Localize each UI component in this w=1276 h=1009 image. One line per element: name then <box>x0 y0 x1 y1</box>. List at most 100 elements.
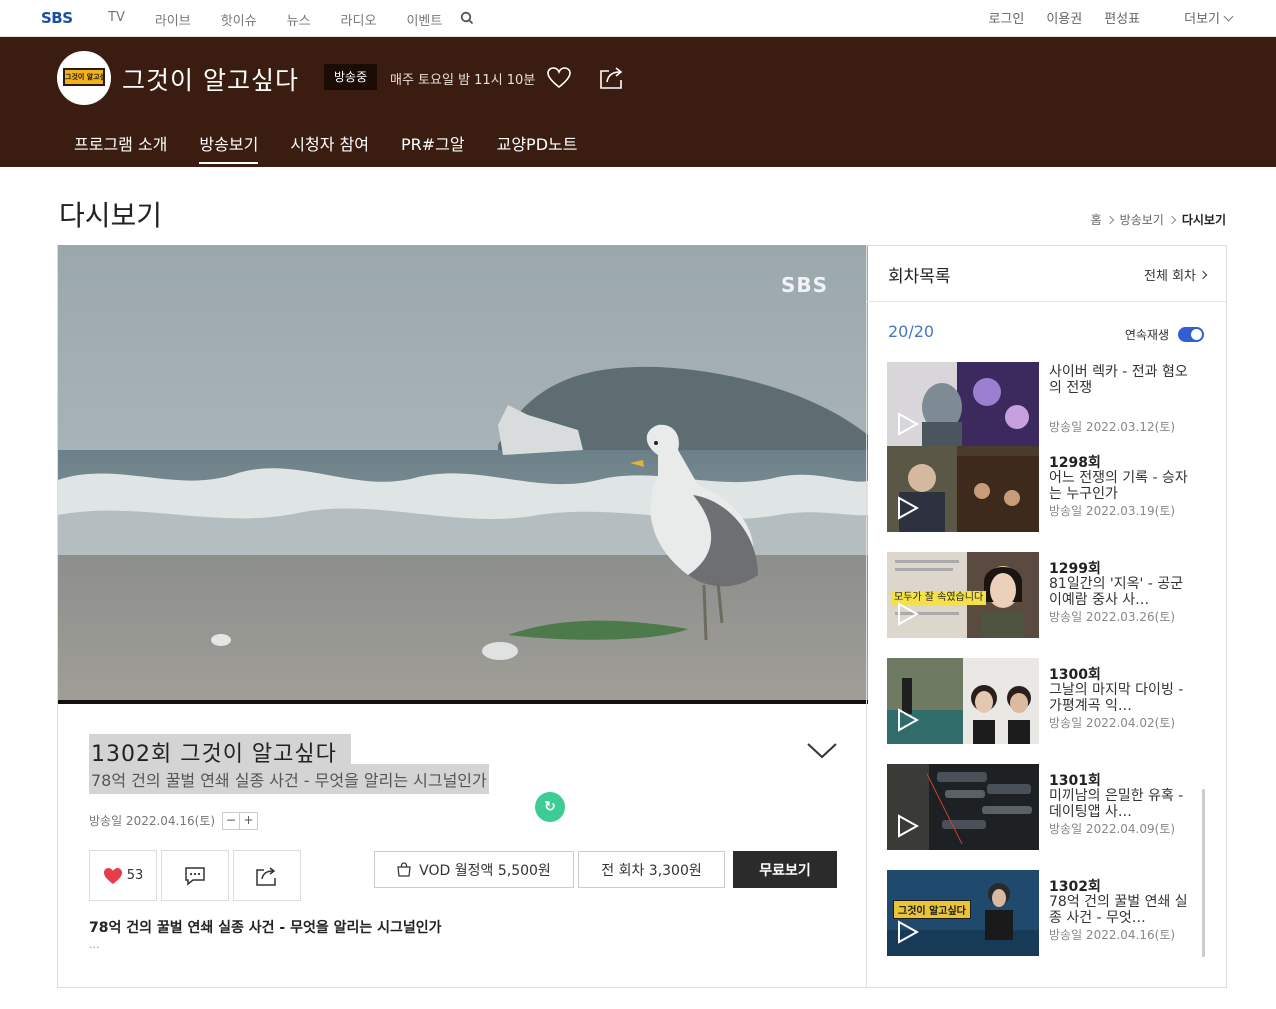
episode-thumbnail: 모두가 잘 속였습니다 <box>887 552 1039 638</box>
vod-monthly-label: VOD 월정액 5,500원 <box>419 862 551 879</box>
episode-name: 미끼남의 은밀한 유혹 - 데이팅앱 사… <box>1049 788 1184 820</box>
font-decrease-button[interactable]: − <box>222 812 240 830</box>
video-frame <box>58 245 868 704</box>
comment-button[interactable] <box>161 850 229 901</box>
heart-icon[interactable] <box>546 65 572 91</box>
play-icon <box>898 496 919 520</box>
list-item[interactable]: 1298회 어느 전쟁의 기록 - 승자는 누구인가 방송일 2022.03.1… <box>887 446 1207 532</box>
comment-icon <box>185 866 205 886</box>
gnb-menu-radio[interactable]: 라디오 <box>341 10 377 29</box>
play-icon <box>898 602 919 626</box>
breadcrumb-current: 다시보기 <box>1181 213 1226 227</box>
episode-thumbnail <box>887 658 1039 744</box>
font-size-control: − + <box>222 812 258 830</box>
gnb-menu-hot-issue[interactable]: 핫이슈 <box>221 10 257 29</box>
gnb-menu: TV 라이브 핫이슈 뉴스 라디오 이벤트 <box>108 10 472 29</box>
program-schedule: 매주 토요일 밤 11시 10분 <box>390 73 536 88</box>
schedule-link[interactable]: 편성표 <box>1104 8 1140 27</box>
list-item[interactable]: 사이버 렉카 - 전과 혐오의 전쟁 방송일 2022.03.12(토) <box>887 362 1207 448</box>
episode-number: 1299회 <box>1049 561 1101 577</box>
description-more[interactable]: ... <box>89 938 100 951</box>
gnb-menu-live[interactable]: 라이브 <box>155 10 191 29</box>
episode-subtitle: 78억 건의 꿀벌 연쇄 실종 사건 - 무엇을 알리는 시그널인가 <box>89 764 489 794</box>
tab-pr[interactable]: PR#그알 <box>401 131 465 161</box>
episode-name: 78억 건의 꿀벌 연쇄 실종 사건 - 무엇… <box>1049 894 1188 926</box>
program-title[interactable]: 그것이 알고싶다 <box>122 61 299 97</box>
episode-list: 사이버 렉카 - 전과 혐오의 전쟁 방송일 2022.03.12(토) 129… <box>887 362 1207 962</box>
episode-info: 1302회 그것이 알고싶다 78억 건의 꿀벌 연쇄 실종 사건 - 무엇을 … <box>58 704 868 988</box>
chevron-right-icon <box>1198 270 1208 279</box>
share-icon <box>256 866 276 886</box>
episode-thumbnail: 그것이 알고싶다 <box>887 870 1039 956</box>
episode-number: 1301회 <box>1049 773 1101 789</box>
list-item[interactable]: 모두가 잘 속였습니다 1299회 81일간의 '지옥' - 공군 이예람 중사… <box>887 552 1207 638</box>
episode-date: 방송일 2022.04.16(토) <box>89 814 216 828</box>
sbs-watermark: SBS <box>780 273 828 297</box>
font-increase-button[interactable]: + <box>240 812 258 830</box>
gnb-menu-event[interactable]: 이벤트 <box>406 10 442 29</box>
chevron-down-icon <box>1223 11 1234 22</box>
like-count: 53 <box>126 868 144 883</box>
episode-number: 1300회 <box>1049 667 1101 683</box>
breadcrumb-broadcast[interactable]: 방송보기 <box>1120 211 1164 228</box>
all-episodes-link-label: 전체 회차 <box>1144 269 1196 284</box>
autoplay-toggle[interactable] <box>1178 327 1204 342</box>
play-icon <box>898 814 919 838</box>
episode-number: 1298회 <box>1049 455 1101 471</box>
episode-thumbnail <box>887 362 1039 448</box>
program-logo-text: 그것이 알고싶다 <box>63 68 105 86</box>
episode-number: 1302회 <box>1049 879 1101 895</box>
breadcrumb-home[interactable]: 홈 <box>1091 211 1102 228</box>
ticket-link[interactable]: 이용권 <box>1046 8 1082 27</box>
episode-date: 방송일 2022.04.16(토) <box>1049 928 1176 942</box>
share-icon[interactable] <box>598 65 626 91</box>
list-item[interactable]: 1300회 그날의 마지막 다이빙 - 가평계곡 익… 방송일 2022.04.… <box>887 658 1207 744</box>
vod-monthly-button[interactable]: VOD 월정액 5,500원 <box>374 851 574 888</box>
search-icon[interactable] <box>460 11 474 25</box>
program-logo[interactable]: 그것이 알고싶다 <box>57 51 111 105</box>
more-menu[interactable]: 더보기 <box>1162 8 1234 27</box>
login-link[interactable]: 로그인 <box>988 8 1024 27</box>
video-player[interactable]: SBS <box>58 245 868 704</box>
episode-list-title: 회차목록 <box>888 267 951 287</box>
play-icon <box>898 920 919 944</box>
tab-program-intro[interactable]: 프로그램 소개 <box>74 131 167 161</box>
page-title: 다시보기 <box>59 199 163 232</box>
episode-date: 방송일 2022.03.19(토) <box>1049 504 1176 518</box>
onair-badge: 방송중 <box>324 64 378 90</box>
episode-actions: 53 <box>89 850 301 901</box>
episode-list-panel: 회차목록 전체 회차 20/20 연속재생 사이버 렉카 - 전과 혐오의 전쟁… <box>866 245 1227 988</box>
list-item[interactable]: 1301회 미끼남의 은밀한 유혹 - 데이팅앱 사… 방송일 2022.04.… <box>887 764 1207 850</box>
floating-action-icon[interactable]: ↻ <box>535 792 565 822</box>
free-watch-label: 무료보기 <box>759 862 811 879</box>
autoplay-label: 연속재생 <box>1124 328 1169 342</box>
chevron-right-icon <box>1167 215 1177 224</box>
tab-broadcast[interactable]: 방송보기 <box>199 131 258 164</box>
program-tabs: 프로그램 소개 방송보기 시청자 참여 PR#그알 교양PD노트 <box>74 131 609 164</box>
shopping-bag-icon <box>397 862 411 877</box>
tab-viewer[interactable]: 시청자 참여 <box>290 131 369 161</box>
autoplay-control: 연속재생 <box>1125 326 1204 343</box>
list-item[interactable]: 그것이 알고싶다 1302회 78억 건의 꿀벌 연쇄 실종 사건 - 무엇… … <box>887 870 1207 956</box>
tab-pd-note[interactable]: 교양PD노트 <box>497 131 578 161</box>
free-watch-button[interactable]: 무료보기 <box>733 851 837 888</box>
all-episodes-button[interactable]: 전 회차 3,300원 <box>578 851 725 888</box>
episode-description: 78억 건의 꿀벌 연쇄 실종 사건 - 무엇을 알리는 시그널인가 <box>89 920 442 936</box>
episode-name: 어느 전쟁의 기록 - 승자는 누구인가 <box>1049 470 1188 502</box>
more-menu-label: 더보기 <box>1184 12 1220 27</box>
gnb-menu-tv[interactable]: TV <box>108 10 125 29</box>
episode-date: 방송일 2022.03.12(토) <box>1049 420 1176 434</box>
chevron-down-icon[interactable] <box>806 742 838 760</box>
gnb-menu-news[interactable]: 뉴스 <box>287 10 311 29</box>
gnb-right: 로그인 이용권 편성표 더보기 <box>966 8 1234 27</box>
episode-date: 방송일 2022.03.26(토) <box>1049 610 1176 624</box>
global-nav: SBS TV 라이브 핫이슈 뉴스 라디오 이벤트 로그인 이용권 편성표 더보… <box>0 0 1276 37</box>
all-episodes-link[interactable]: 전체 회차 <box>1144 265 1208 284</box>
like-button[interactable]: 53 <box>89 850 157 901</box>
share-button[interactable] <box>233 850 301 901</box>
episode-list-scrollbar[interactable] <box>1202 789 1205 957</box>
sbs-logo[interactable]: SBS <box>41 9 73 27</box>
breadcrumb: 홈 방송보기 다시보기 <box>1091 211 1226 228</box>
chevron-right-icon <box>1105 215 1114 224</box>
episode-list-header: 회차목록 전체 회차 <box>867 246 1226 302</box>
